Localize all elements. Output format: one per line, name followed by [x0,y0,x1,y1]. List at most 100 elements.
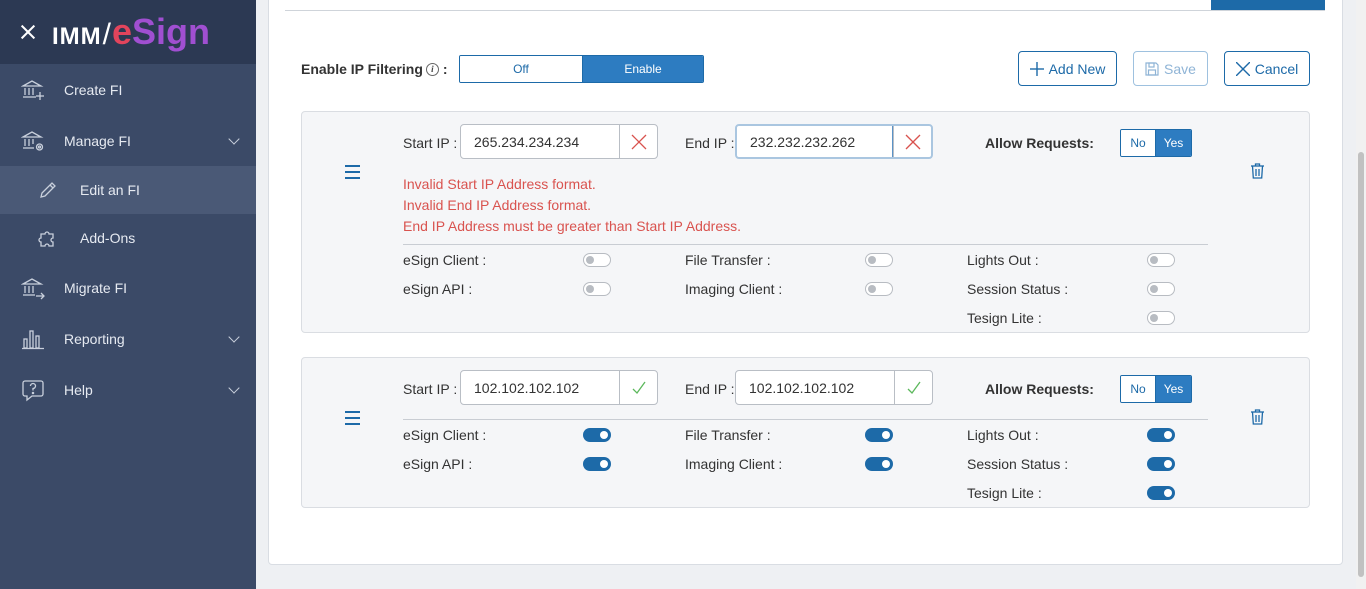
file-transfer-toggle[interactable] [865,428,893,442]
session-status-label: Session Status : [967,281,1069,297]
sidebar-item-label: Migrate FI [64,279,128,296]
start-ip-field[interactable]: 102.102.102.102 [460,370,658,405]
sidebar: IMM / e Sign Create FI Manage FI Edit an… [0,0,256,589]
drag-handle-icon[interactable] [345,165,360,183]
file-transfer-label: File Transfer : [685,427,771,443]
bank-gear-icon [20,128,46,154]
brand-bar: IMM / e Sign [0,0,256,64]
esign-api-toggle[interactable] [583,457,611,471]
end-ip-field[interactable]: 102.102.102.102 [735,370,933,405]
cancel-button[interactable]: Cancel [1224,51,1310,86]
allow-no-option[interactable]: No [1121,376,1155,402]
chevron-down-icon [228,133,240,145]
logo[interactable]: IMM / e Sign [52,11,210,53]
logo-slash: / [102,18,111,51]
logo-imm: IMM [52,23,102,50]
chevron-down-icon [228,382,240,394]
sidebar-subitem-edit-fi[interactable]: Edit an FI [0,166,256,214]
sidebar-item-help[interactable]: Help [0,364,256,415]
ip-rule-card: Start IP : 102.102.102.102 End IP : 102.… [301,357,1310,508]
page-scrollbar[interactable] [1356,0,1366,589]
esign-client-toggle[interactable] [583,428,611,442]
allow-yes-option[interactable]: Yes [1155,130,1191,156]
esign-api-toggle[interactable] [583,282,611,296]
bar-chart-icon [20,326,46,352]
sidebar-item-migrate-fi[interactable]: Migrate FI [0,262,256,313]
divider [403,244,1208,245]
trash-icon[interactable] [1251,163,1264,182]
error-message: Invalid Start IP Address format. [403,176,596,192]
question-bubble-icon [20,377,46,403]
ip-filtering-text: Enable IP Filtering [301,61,423,77]
imaging-client-label: Imaging Client : [685,281,783,297]
lights-out-label: Lights Out : [967,252,1039,268]
end-ip-field[interactable]: 232.232.232.262 [735,124,933,159]
ip-filtering-off-option[interactable]: Off [460,56,582,82]
plus-icon [1029,61,1044,76]
end-ip-value[interactable]: 102.102.102.102 [736,371,894,404]
close-icon[interactable] [18,22,38,42]
allow-yes-option[interactable]: Yes [1155,376,1191,402]
sidebar-item-label: Edit an FI [80,182,140,198]
sidebar-item-label: Add-Ons [80,230,136,246]
imaging-client-toggle[interactable] [865,457,893,471]
sidebar-subitem-add-ons[interactable]: Add-Ons [0,214,256,262]
tesign-lite-toggle[interactable] [1147,311,1175,325]
tesign-lite-label: Tesign Lite : [967,310,1042,326]
lights-out-toggle[interactable] [1147,428,1175,442]
active-tab-indicator[interactable] [1211,0,1325,10]
drag-handle-icon[interactable] [345,411,360,429]
pencil-icon [38,180,58,200]
esign-api-label: eSign API : [403,456,473,472]
sidebar-item-reporting[interactable]: Reporting [0,313,256,364]
ip-filtering-colon: : [442,61,448,77]
sidebar-item-label: Manage FI [64,132,131,149]
divider [403,419,1208,420]
save-icon [1145,61,1159,76]
start-ip-field[interactable]: 265.234.234.234 [460,124,658,159]
logo-e: e [112,11,133,52]
allow-requests-toggle: No Yes [1120,129,1192,157]
puzzle-icon [38,228,58,248]
sidebar-item-label: Reporting [64,330,125,347]
allow-requests-label: Allow Requests: [985,135,1094,151]
start-ip-value[interactable]: 102.102.102.102 [461,371,619,404]
ip-rule-card: Start IP : 265.234.234.234 End IP : 232.… [301,111,1310,333]
session-status-toggle[interactable] [1147,282,1175,296]
imaging-client-toggle[interactable] [865,282,893,296]
tesign-lite-label: Tesign Lite : [967,485,1042,501]
close-icon [1235,61,1250,76]
start-ip-label: Start IP : [403,135,458,151]
sidebar-item-manage-fi[interactable]: Manage FI [0,115,256,166]
session-status-toggle[interactable] [1147,457,1175,471]
ip-filtering-enable-option[interactable]: Enable [582,56,703,82]
end-ip-label: End IP : [685,381,735,397]
allow-requests-label: Allow Requests: [985,381,1094,397]
error-message: Invalid End IP Address format. [403,197,592,213]
info-icon[interactable]: i [425,62,439,76]
check-icon [894,371,932,404]
file-transfer-label: File Transfer : [685,252,771,268]
ip-filtering-label: Enable IP Filtering i : [301,61,448,77]
sidebar-item-create-fi[interactable]: Create FI [0,64,256,115]
cancel-label: Cancel [1254,60,1299,77]
file-transfer-toggle[interactable] [865,253,893,267]
lights-out-label: Lights Out : [967,427,1039,443]
end-ip-label: End IP : [685,135,735,151]
esign-client-toggle[interactable] [583,253,611,267]
lights-out-toggle[interactable] [1147,253,1175,267]
allow-requests-toggle: No Yes [1120,375,1192,403]
allow-no-option[interactable]: No [1121,130,1155,156]
scrollbar-thumb[interactable] [1358,152,1364,577]
add-new-button[interactable]: Add New [1018,51,1117,86]
save-button[interactable]: Save [1133,51,1208,86]
tesign-lite-toggle[interactable] [1147,486,1175,500]
end-ip-value[interactable]: 232.232.232.262 [737,126,893,157]
esign-client-label: eSign Client : [403,427,487,443]
trash-icon[interactable] [1251,409,1264,428]
add-new-label: Add New [1048,60,1106,77]
tab-underline [285,10,1325,11]
error-x-icon [619,125,657,158]
start-ip-value[interactable]: 265.234.234.234 [461,125,619,158]
sidebar-item-label: Help [64,381,93,398]
